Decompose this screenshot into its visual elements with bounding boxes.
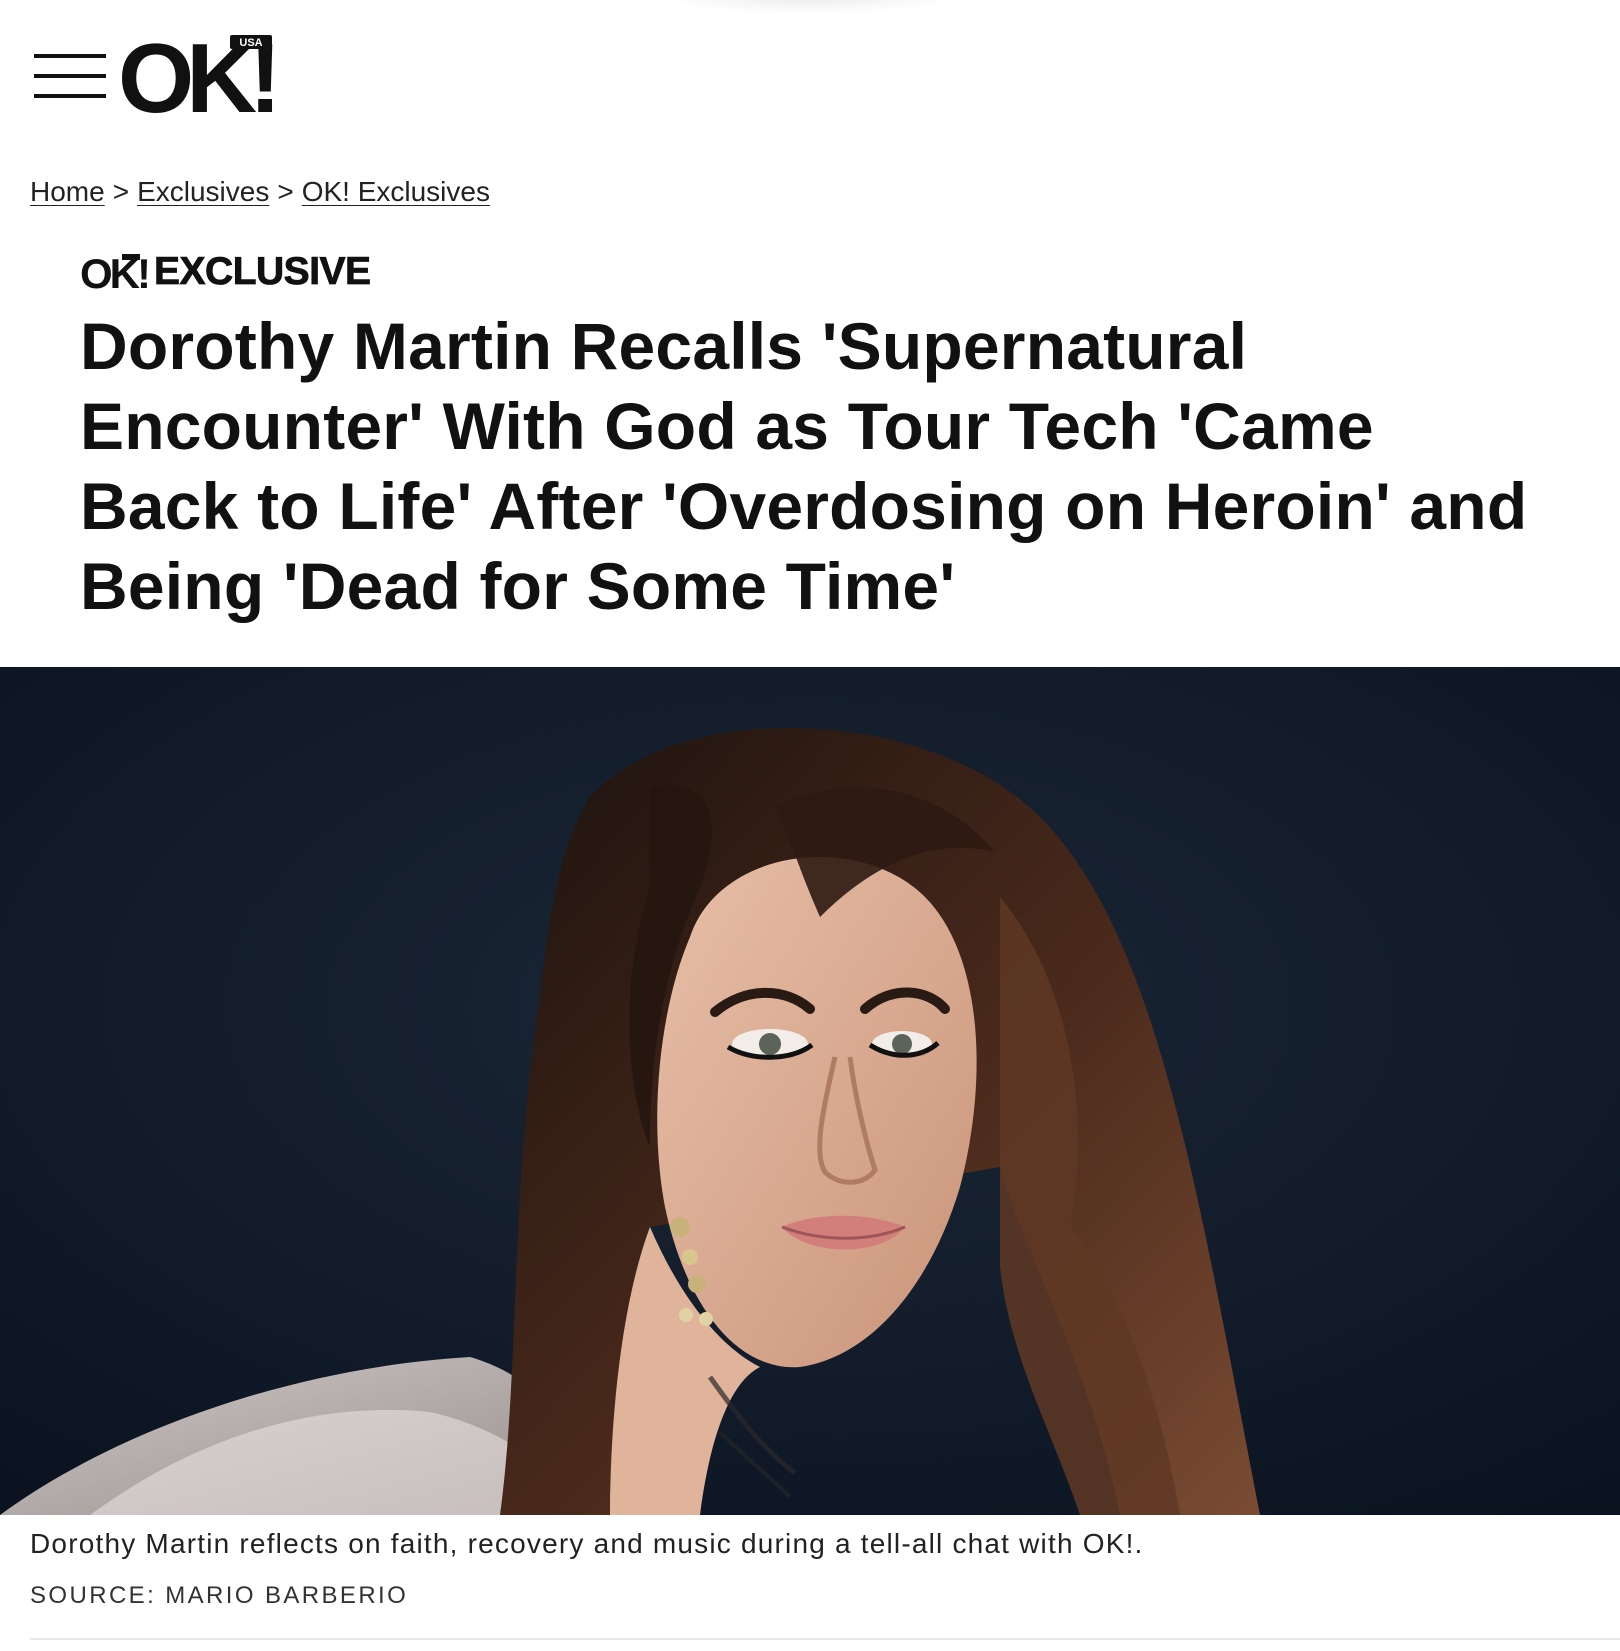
breadcrumb-ok-exclusives[interactable]: OK! Exclusives: [302, 176, 490, 207]
small-ok-logo: OK!: [80, 252, 148, 292]
breadcrumb-separator: >: [112, 176, 130, 207]
exclusive-badge: OK! EXCLUSIVE: [80, 250, 371, 294]
hero-image[interactable]: [0, 667, 1620, 1515]
image-source: SOURCE: MARIO BARBERIO: [30, 1582, 409, 1609]
article-headline: Dorothy Martin Recalls 'Supernatural Enc…: [80, 309, 1528, 623]
portrait-illustration: [0, 667, 1620, 1515]
content-divider: [30, 1638, 1620, 1640]
image-caption: Dorothy Martin reflects on faith, recove…: [30, 1528, 1144, 1559]
hamburger-menu-icon[interactable]: [34, 54, 106, 100]
breadcrumb-separator: >: [277, 176, 294, 207]
ok-usa-logo[interactable]: OK! USA: [118, 28, 288, 124]
exclusive-label: EXCLUSIVE: [154, 250, 372, 294]
site-header: OK! USA: [0, 0, 1620, 140]
breadcrumb: Home > Exclusives > OK! Exclusives: [30, 176, 490, 208]
logo-region: USA: [239, 37, 262, 49]
breadcrumb-home[interactable]: Home: [30, 176, 105, 207]
breadcrumb-exclusives[interactable]: Exclusives: [137, 176, 269, 207]
